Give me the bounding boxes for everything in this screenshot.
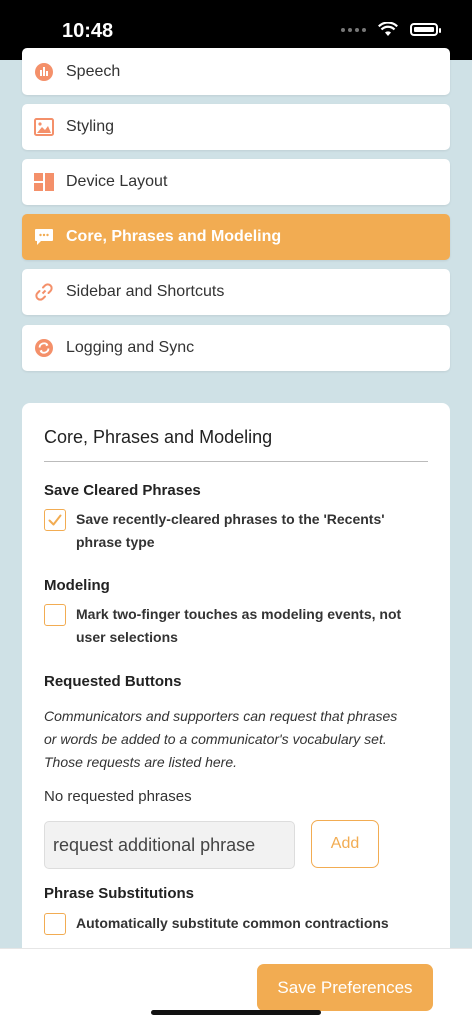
requested-buttons-description: Communicators and supporters can request… [44, 708, 398, 770]
link-icon [34, 282, 54, 302]
save-cleared-heading: Save Cleared Phrases [44, 482, 201, 499]
settings-panel: Core, Phrases and Modeling Save Cleared … [22, 403, 450, 963]
layout-icon [34, 172, 54, 192]
no-requested-phrases-text: No requested phrases [44, 788, 192, 805]
menu-item-label: Logging and Sync [66, 339, 195, 356]
chat-icon [34, 227, 54, 247]
home-indicator[interactable] [151, 1010, 321, 1015]
menu-item-label: Speech [66, 62, 121, 80]
status-icons [341, 22, 441, 37]
menu-item-label: Core, Phrases and Modeling [66, 228, 282, 245]
substitutions-checkbox[interactable] [44, 913, 66, 935]
menu-item-sidebar-shortcuts[interactable]: Sidebar and Shortcuts [22, 269, 450, 315]
save-cleared-row: Save recently-cleared phrases to the 'Re… [44, 508, 424, 554]
save-cleared-label: Save recently-cleared phrases to the 'Re… [76, 511, 385, 550]
modeling-checkbox[interactable] [44, 604, 66, 626]
menu-item-speech[interactable]: Speech [22, 48, 450, 95]
menu-item-label: Sidebar and Shortcuts [66, 283, 225, 300]
menu-item-label: Device Layout [66, 173, 168, 190]
add-button[interactable]: Add [311, 820, 379, 868]
requested-buttons-heading: Requested Buttons [44, 673, 182, 690]
menu-item-device-layout[interactable]: Device Layout [22, 159, 450, 205]
check-icon [48, 514, 62, 526]
panel-title: Core, Phrases and Modeling [44, 427, 273, 447]
modeling-heading: Modeling [44, 577, 110, 594]
menu-item-core-phrases-modeling[interactable]: Core, Phrases and Modeling [22, 214, 450, 260]
menu-item-logging-sync[interactable]: Logging and Sync [22, 325, 450, 371]
status-time: 10:48 [62, 20, 114, 42]
modeling-label: Mark two-finger touches as modeling even… [76, 606, 402, 645]
modeling-row: Mark two-finger touches as modeling even… [44, 603, 424, 649]
phrase-substitutions-heading: Phrase Substitutions [44, 885, 195, 902]
speech-icon [34, 62, 54, 82]
substitutions-label: Automatically substitute common contract… [76, 915, 389, 931]
save-cleared-checkbox[interactable] [44, 509, 66, 531]
divider [44, 461, 428, 462]
signal-icon [341, 27, 366, 32]
substitutions-row: Automatically substitute common contract… [44, 912, 424, 935]
save-preferences-button[interactable]: Save Preferences [257, 964, 433, 1011]
battery-icon [410, 23, 441, 36]
sync-icon [34, 338, 54, 358]
image-icon [34, 117, 54, 137]
wifi-icon [378, 22, 398, 36]
request-phrase-input[interactable] [44, 821, 295, 869]
menu-item-styling[interactable]: Styling [22, 104, 450, 150]
menu-item-label: Styling [66, 118, 115, 135]
